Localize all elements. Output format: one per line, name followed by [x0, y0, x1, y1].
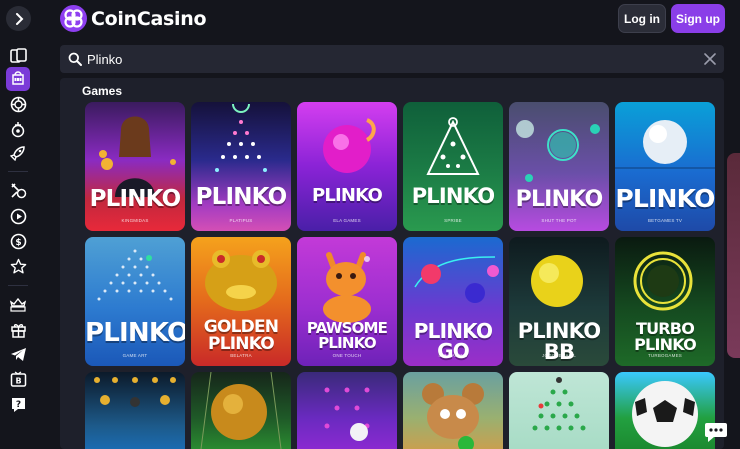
game-tile[interactable]: PLINKO KINGMIDAS [85, 102, 185, 231]
game-provider: ELA GAMES [333, 218, 361, 223]
game-artwork [422, 383, 484, 449]
svg-text:$: $ [15, 238, 21, 248]
game-provider: BETGAMES TV [647, 218, 683, 223]
star-icon [10, 258, 26, 273]
game-artwork [426, 117, 480, 175]
game-artwork [323, 118, 376, 173]
sidebar-item-promotions[interactable] [6, 318, 30, 340]
game-provider: PLATIPUS [229, 218, 253, 223]
game-tile[interactable]: PAWSOME PLINKO ONE TOUCH [297, 237, 397, 366]
game-title: PLINKO [85, 318, 185, 348]
sidebar-item-roulette[interactable] [6, 118, 30, 140]
brand-name: CoinCasino [91, 7, 207, 30]
chat-icon [705, 423, 727, 442]
game-tile[interactable]: PLINKO BETGAMES TV [615, 102, 715, 231]
game-tile[interactable]: TURBO PLINKO TURBOGAMES [615, 237, 715, 366]
game-title: PLINKO [515, 187, 604, 212]
telegram-icon [10, 347, 26, 361]
search-icon [68, 52, 82, 66]
game-title: PLINKO [311, 185, 383, 206]
sidebar-item-table-games[interactable] [6, 93, 30, 115]
game-provider: GAME ART [122, 353, 148, 358]
top-bar: CoinCasino Log in Sign up [0, 0, 740, 38]
sidebar-item-slots[interactable] [6, 67, 30, 91]
svg-text:B: B [15, 376, 21, 385]
cards-icon [9, 47, 27, 63]
game-provider: KINGMIDAS [121, 218, 149, 223]
sidebar-item-vip[interactable] [6, 293, 30, 315]
vip-crown-icon [9, 297, 27, 312]
rocket-icon [10, 146, 25, 161]
game-title: PLINKO [195, 184, 288, 210]
game-title: PLINKO [615, 184, 715, 213]
sidebar-item-telegram[interactable] [6, 343, 30, 365]
play-icon [10, 208, 26, 224]
game-title: PLINKO [411, 184, 495, 208]
bitcoin-icon: B [10, 370, 26, 387]
sidebar-item-live[interactable] [6, 205, 30, 227]
game-title: TURBO PLINKO [634, 319, 697, 354]
close-icon[interactable] [704, 53, 716, 65]
game-tile[interactable]: PLINKO SPRIBE [403, 102, 503, 231]
sidebar-item-sports[interactable] [6, 179, 30, 201]
game-tile[interactable]: PLINKO SHUT THE POT [509, 102, 609, 231]
sidebar-divider [8, 285, 28, 286]
sidebar-item-crash[interactable] [6, 142, 30, 164]
game-title: PAWSOME PLINKO [306, 319, 388, 352]
game-title: PLINKO [89, 186, 182, 212]
game-tile[interactable] [403, 372, 503, 449]
game-provider: SHUT THE POT [541, 218, 577, 223]
game-provider: BELATRA [230, 353, 252, 358]
game-provider: SPRIBE [444, 218, 462, 223]
sidebar-item-support[interactable]: ? [6, 393, 30, 415]
game-tile[interactable] [297, 372, 397, 449]
gift-icon [10, 323, 26, 338]
game-artwork [532, 377, 586, 431]
sidebar-item-coins[interactable]: $ [6, 230, 30, 252]
game-artwork [200, 372, 282, 449]
game-artwork [94, 377, 176, 407]
live-chat-button[interactable] [704, 421, 728, 443]
game-provider: TURBOGAMES [647, 353, 682, 358]
game-tile[interactable]: GOLDEN PLINKO BELATRA [191, 237, 291, 366]
brand-logo[interactable]: CoinCasino [60, 5, 207, 32]
logo-icon [60, 5, 87, 32]
svg-text:?: ? [15, 400, 20, 410]
sidebar-toggle-button[interactable] [6, 6, 31, 31]
game-artwork [215, 103, 267, 172]
game-tile[interactable] [615, 372, 715, 449]
game-tile[interactable] [509, 372, 609, 449]
slot-machine-icon [12, 71, 24, 85]
game-tile[interactable]: PLINKO PLATIPUS [191, 102, 291, 231]
game-artwork [324, 387, 370, 441]
next-tile-peek[interactable] [727, 153, 740, 358]
coin-icon: $ [10, 233, 26, 249]
sidebar-divider [8, 171, 28, 172]
sidebar-item-crypto[interactable]: B [6, 368, 30, 390]
signup-button[interactable]: Sign up [671, 4, 725, 33]
chevron-right-icon [15, 12, 23, 25]
section-title: Games [82, 84, 123, 98]
game-tile[interactable]: PLINKO GO 512 GAMING [403, 237, 503, 366]
game-tile[interactable]: PLINKO ELA GAMES [297, 102, 397, 231]
game-tile[interactable]: PLINKO GAME ART [85, 237, 185, 366]
help-icon: ? [11, 397, 25, 412]
game-provider: 512 GAMING [438, 353, 468, 358]
roulette-icon [11, 121, 25, 137]
game-tile[interactable] [191, 372, 291, 449]
game-artwork [632, 381, 698, 447]
sidebar: $ B ? [0, 38, 37, 449]
game-title: GOLDEN PLINKO [203, 317, 279, 354]
game-tile[interactable]: PLINKO BB JOGOSBRASIL [509, 237, 609, 366]
game-provider: JOGOSBRASIL [542, 353, 576, 358]
sidebar-item-favorites[interactable] [6, 255, 30, 277]
poker-chip-icon [10, 96, 26, 112]
search-input[interactable] [87, 45, 667, 73]
search-bar[interactable] [60, 45, 724, 73]
sports-icon [10, 182, 26, 198]
sidebar-item-cards[interactable] [6, 44, 30, 66]
login-button[interactable]: Log in [618, 4, 666, 33]
game-tile[interactable] [85, 372, 185, 449]
game-provider: ONE TOUCH [332, 353, 362, 358]
